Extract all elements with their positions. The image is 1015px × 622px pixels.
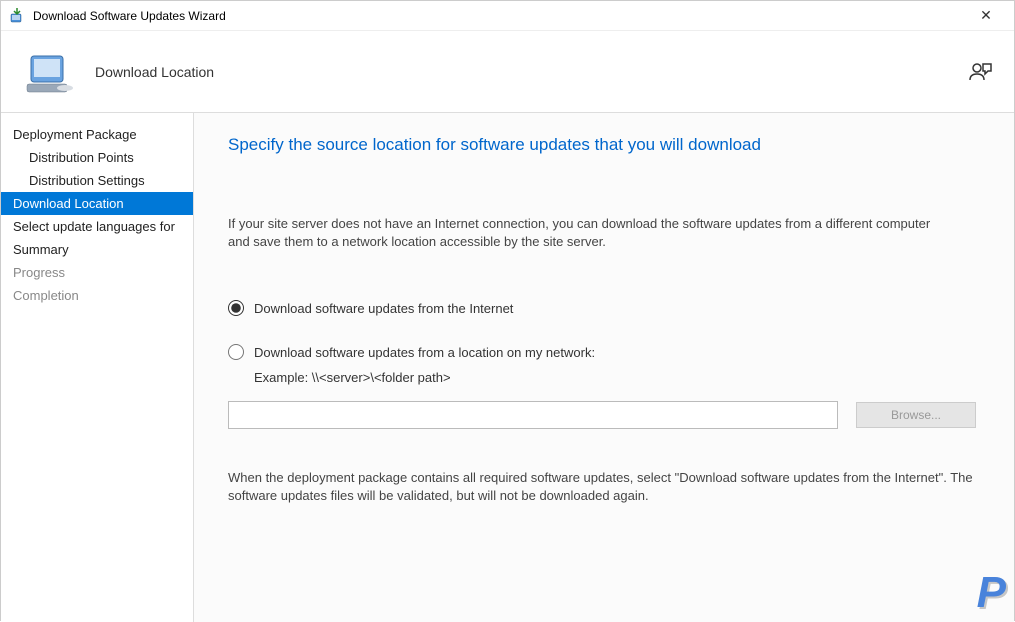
option-internet-radio[interactable] (228, 300, 244, 316)
app-icon (9, 8, 25, 24)
sidebar-item-label: Completion (13, 288, 79, 303)
content-heading: Specify the source location for software… (228, 135, 980, 155)
titlebar: Download Software Updates Wizard ✕ (1, 1, 1014, 31)
option-internet-row[interactable]: Download software updates from the Inter… (228, 300, 980, 316)
option-internet-label: Download software updates from the Inter… (254, 301, 513, 316)
sidebar-item-distribution-settings[interactable]: Distribution Settings (1, 169, 193, 192)
sidebar-item-completion: Completion (1, 284, 193, 307)
sidebar-item-summary[interactable]: Summary (1, 238, 193, 261)
sidebar-item-label: Deployment Package (13, 127, 137, 142)
sidebar-item-distribution-points[interactable]: Distribution Points (1, 146, 193, 169)
close-button[interactable]: ✕ (966, 7, 1006, 24)
option-network-label: Download software updates from a locatio… (254, 345, 595, 360)
watermark: P (977, 568, 1006, 618)
sidebar-item-progress: Progress (1, 261, 193, 284)
sidebar-item-languages[interactable]: Select update languages for (1, 215, 193, 238)
browse-button-label: Browse... (891, 408, 941, 422)
page-title: Download Location (95, 64, 966, 80)
option-network-row[interactable]: Download software updates from a locatio… (228, 344, 980, 360)
content-intro: If your site server does not have an Int… (228, 215, 948, 250)
sidebar-item-label: Progress (13, 265, 65, 280)
browse-button: Browse... (856, 402, 976, 428)
wizard-steps-sidebar: Deployment Package Distribution Points D… (1, 113, 194, 622)
wizard-header: Download Location (1, 31, 1014, 113)
window-title: Download Software Updates Wizard (33, 9, 966, 23)
example-text: Example: \\<server>\<folder path> (254, 370, 980, 385)
sidebar-item-label: Download Location (13, 196, 124, 211)
sidebar-item-label: Distribution Points (29, 150, 134, 165)
sidebar-item-download-location[interactable]: Download Location (1, 192, 193, 215)
content-note: When the deployment package contains all… (228, 469, 980, 504)
path-row: Browse... (228, 401, 980, 429)
sidebar-item-deployment-package[interactable]: Deployment Package (1, 123, 193, 146)
wizard-content: Specify the source location for software… (194, 113, 1014, 622)
sidebar-item-label: Summary (13, 242, 69, 257)
option-network-radio[interactable] (228, 344, 244, 360)
network-path-input[interactable] (228, 401, 838, 429)
sidebar-item-label: Distribution Settings (29, 173, 145, 188)
computer-download-icon (21, 44, 77, 100)
sidebar-item-label: Select update languages for (13, 219, 175, 234)
user-feedback-icon[interactable] (966, 58, 994, 86)
